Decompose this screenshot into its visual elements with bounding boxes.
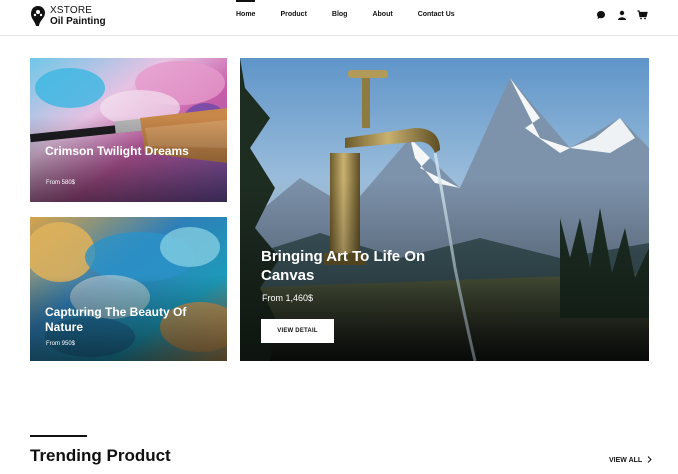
- card-price: From 950$: [46, 341, 76, 347]
- palette-icon: [30, 5, 46, 27]
- hero-title: Bringing Art To Life On Canvas: [261, 248, 426, 284]
- chevron-right-icon: [647, 456, 652, 465]
- card-title: Capturing The Beauty Of Nature: [45, 305, 187, 334]
- chat-icon[interactable]: [595, 9, 606, 20]
- hero-price: From 1,460$: [262, 293, 314, 303]
- nav-about[interactable]: About: [372, 0, 392, 30]
- view-detail-button[interactable]: VIEW DETAIL: [261, 319, 334, 343]
- nav-blog[interactable]: Blog: [332, 0, 348, 30]
- nav-product[interactable]: Product: [280, 0, 306, 30]
- card-price: From 580$: [46, 180, 76, 186]
- cart-icon[interactable]: [637, 9, 648, 20]
- brand-name: XSTORE: [50, 4, 93, 16]
- card-title: Crimson Twilight Dreams: [45, 144, 189, 158]
- brand-logo[interactable]: XSTORE Oil Painting: [30, 5, 106, 27]
- product-card-beauty-of-nature[interactable]: Capturing The Beauty Of Nature From 950$: [30, 217, 227, 361]
- trending-heading: Trending Product: [30, 446, 171, 465]
- hero-banner-art-on-canvas[interactable]: Bringing Art To Life On Canvas From 1,46…: [240, 58, 649, 361]
- main-nav: Home Product Blog About Contact Us: [236, 0, 480, 30]
- user-icon[interactable]: [616, 9, 627, 20]
- product-card-crimson-twilight[interactable]: Crimson Twilight Dreams From 580$: [30, 58, 227, 202]
- nav-contact-us[interactable]: Contact Us: [418, 0, 455, 30]
- section-divider: [30, 435, 87, 437]
- nav-home[interactable]: Home: [236, 0, 256, 30]
- view-all-label: VIEW ALL: [609, 457, 643, 464]
- brand-tagline: Oil Painting: [50, 15, 106, 27]
- site-header: XSTORE Oil Painting Home Product Blog Ab…: [0, 0, 678, 36]
- view-all-link[interactable]: VIEW ALL: [609, 456, 652, 465]
- header-actions: [595, 9, 648, 20]
